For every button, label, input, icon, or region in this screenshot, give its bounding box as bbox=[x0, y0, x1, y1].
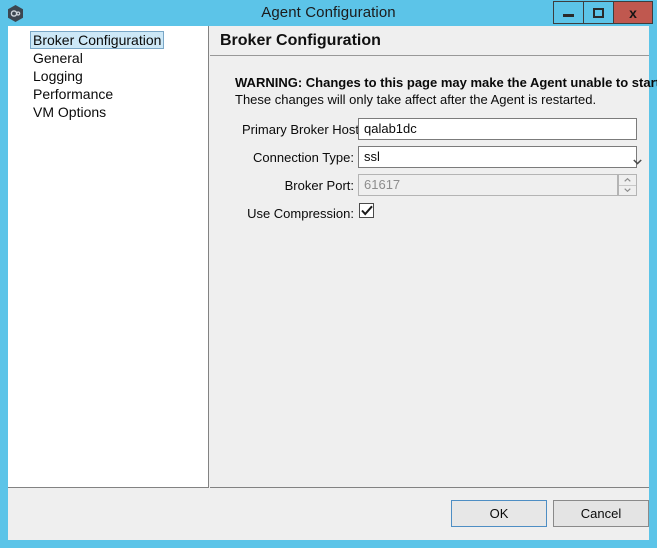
connection-type-label: Connection Type: bbox=[253, 150, 354, 165]
window-controls: x bbox=[553, 1, 653, 24]
title-bar: Agent Configuration x bbox=[0, 0, 657, 26]
sidebar-item-vm-options[interactable]: VM Options bbox=[8, 103, 208, 121]
agent-configuration-window: Agent Configuration x Broker Configurati… bbox=[0, 0, 657, 548]
chevron-up-icon bbox=[624, 177, 631, 182]
broker-port-input: 61617 bbox=[358, 174, 618, 196]
sidebar-item-label: Logging bbox=[33, 68, 83, 84]
check-icon bbox=[360, 205, 373, 216]
sidebar-item-logging[interactable]: Logging bbox=[8, 67, 208, 85]
sidebar-item-label: Broker Configuration bbox=[30, 31, 165, 49]
sidebar-item-performance[interactable]: Performance bbox=[8, 85, 208, 103]
connection-type-select[interactable]: ssl bbox=[358, 146, 637, 168]
minimize-icon bbox=[563, 14, 574, 17]
stepper-down-button bbox=[619, 186, 636, 196]
primary-broker-host-input[interactable]: qalab1dc bbox=[358, 118, 637, 140]
form-row-connection-type: Connection Type: ssl bbox=[210, 146, 649, 173]
form-row-broker-port: Broker Port: 61617 bbox=[210, 174, 649, 201]
content-pane: Broker Configuration WARNING: Changes to… bbox=[210, 26, 657, 488]
use-compression-checkbox[interactable] bbox=[359, 203, 374, 218]
broker-port-label: Broker Port: bbox=[284, 178, 354, 193]
cancel-button[interactable]: Cancel bbox=[553, 500, 649, 527]
form-row-use-compression: Use Compression: bbox=[210, 202, 649, 229]
pane-header: Broker Configuration bbox=[210, 26, 649, 56]
broker-port-stepper bbox=[618, 174, 637, 196]
ok-button[interactable]: OK bbox=[451, 500, 547, 527]
form-row-primary-broker-host: Primary Broker Host: qalab1dc bbox=[210, 118, 649, 145]
broker-configuration-form: Primary Broker Host: qalab1dc Connection… bbox=[210, 118, 649, 230]
sidebar-item-general[interactable]: General bbox=[8, 49, 208, 67]
warning-message: WARNING: Changes to this page may make t… bbox=[235, 74, 657, 108]
sidebar-item-broker-configuration[interactable]: Broker Configuration bbox=[8, 31, 208, 49]
use-compression-label: Use Compression: bbox=[247, 206, 354, 221]
client-area: Broker Configuration General Logging Per… bbox=[8, 26, 657, 540]
warning-line-secondary: These changes will only take affect afte… bbox=[235, 92, 597, 107]
warning-line-primary: WARNING: Changes to this page may make t… bbox=[235, 75, 657, 90]
sidebar-item-label: VM Options bbox=[33, 104, 107, 120]
minimize-button[interactable] bbox=[553, 1, 584, 24]
chevron-down-icon bbox=[624, 188, 631, 193]
close-button[interactable]: x bbox=[613, 1, 653, 24]
navigation-list: Broker Configuration General Logging Per… bbox=[8, 31, 208, 121]
maximize-icon bbox=[593, 7, 604, 18]
page-title: Broker Configuration bbox=[220, 32, 381, 49]
dialog-footer: OK Cancel bbox=[8, 489, 649, 540]
close-icon: x bbox=[629, 4, 637, 21]
stepper-up-button bbox=[619, 175, 636, 186]
maximize-button[interactable] bbox=[583, 1, 614, 24]
primary-broker-host-label: Primary Broker Host: bbox=[242, 122, 363, 137]
sidebar-item-label: General bbox=[33, 50, 83, 66]
sidebar-item-label: Performance bbox=[33, 86, 114, 102]
navigation-sidebar: Broker Configuration General Logging Per… bbox=[8, 26, 209, 488]
